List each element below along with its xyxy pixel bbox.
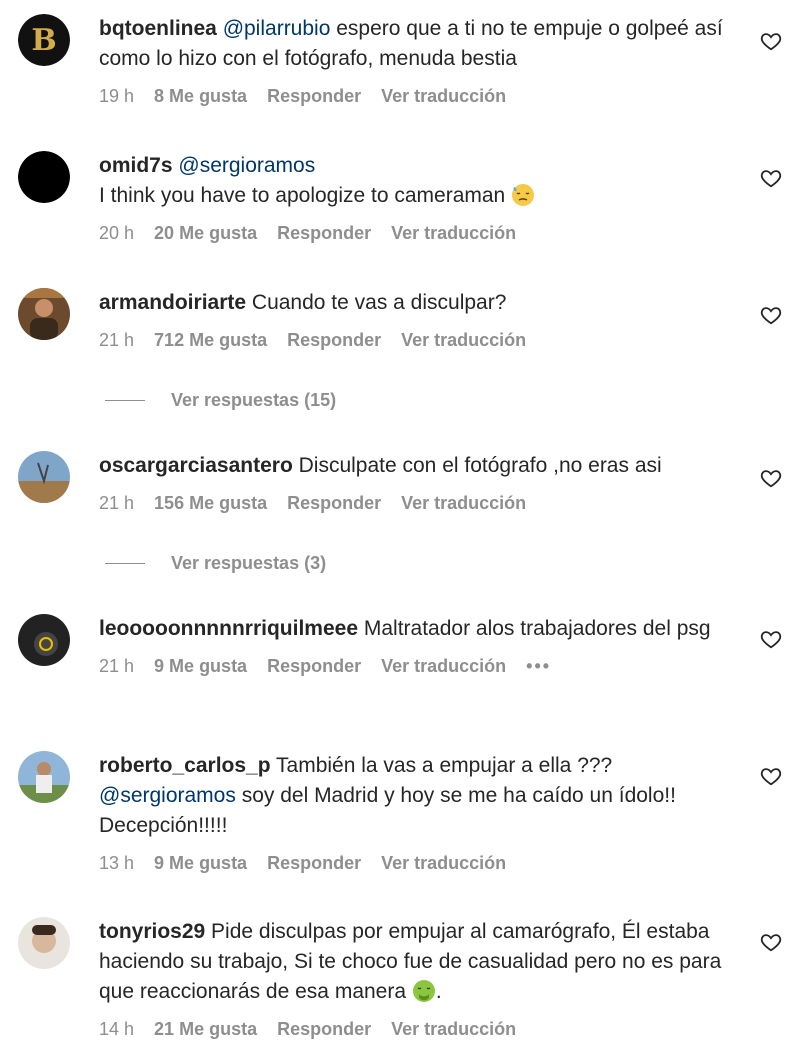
- replies-divider: [105, 400, 145, 401]
- comment-text: tonyrios29 Pide disculpas por empujar al…: [99, 917, 739, 1007]
- likes-count[interactable]: 156 Me gusta: [154, 492, 267, 514]
- comment-time: 19 h: [99, 86, 135, 106]
- translate-button[interactable]: Ver traducción: [381, 852, 506, 874]
- comment-time: 14 h: [99, 1019, 135, 1039]
- avatar[interactable]: [18, 151, 70, 203]
- comment-meta: 14 h 21 Me gusta Responder Ver traducció…: [99, 1018, 739, 1040]
- sad-sweat-emoji-icon: [512, 184, 535, 206]
- view-replies-label[interactable]: Ver respuestas (15): [171, 390, 336, 411]
- svg-text:B: B: [31, 23, 56, 58]
- comment-mention[interactable]: @pilarrubio: [223, 17, 331, 40]
- comment-meta: 21 h 9 Me gusta Responder Ver traducción…: [99, 655, 739, 677]
- comment-text: omid7s @sergioramos I think you have to a…: [99, 151, 739, 211]
- translate-button[interactable]: Ver traducción: [401, 492, 526, 514]
- comment-time: 13 h: [99, 853, 135, 873]
- reply-button[interactable]: Responder: [267, 85, 361, 107]
- avatar[interactable]: B: [18, 14, 70, 66]
- comment-mention[interactable]: @sergioramos: [178, 154, 315, 177]
- likes-count[interactable]: 8 Me gusta: [154, 85, 247, 107]
- reply-button[interactable]: Responder: [267, 852, 361, 874]
- view-replies-label[interactable]: Ver respuestas (3): [171, 553, 326, 574]
- comment-username[interactable]: armandoiriarte: [99, 291, 246, 314]
- replies-divider: [105, 563, 145, 564]
- likes-count[interactable]: 712 Me gusta: [154, 329, 267, 351]
- translate-button[interactable]: Ver traducción: [401, 329, 526, 351]
- comment-username[interactable]: oscargarciasantero: [99, 454, 293, 477]
- comment-text: bqtoenlinea @pilarrubio espero que a ti …: [99, 14, 739, 74]
- translate-button[interactable]: Ver traducción: [381, 85, 506, 107]
- comment-body: Cuando te vas a disculpar?: [251, 291, 507, 314]
- comment-body: Maltratador alos trabajadores del psg: [363, 617, 711, 640]
- comment-meta: 19 h 8 Me gusta Responder Ver traducción: [99, 85, 739, 107]
- view-replies-button[interactable]: Ver respuestas (15): [105, 390, 336, 411]
- reply-button[interactable]: Responder: [287, 492, 381, 514]
- avatar[interactable]: [18, 917, 70, 969]
- comment-body-end: .: [435, 980, 442, 1003]
- likes-count[interactable]: 21 Me gusta: [154, 1018, 257, 1040]
- likes-count[interactable]: 9 Me gusta: [154, 655, 247, 677]
- comment-text: roberto_carlos_p También la vas a empuja…: [99, 751, 739, 841]
- heart-icon[interactable]: [760, 467, 782, 489]
- comment-meta: 21 h 156 Me gusta Responder Ver traducci…: [99, 492, 739, 514]
- comment-text: armandoiriarte Cuando te vas a disculpar…: [99, 288, 739, 318]
- likes-count[interactable]: 9 Me gusta: [154, 852, 247, 874]
- comment-meta: 20 h 20 Me gusta Responder Ver traducció…: [99, 222, 739, 244]
- heart-icon[interactable]: [760, 167, 782, 189]
- reply-button[interactable]: Responder: [267, 655, 361, 677]
- translate-button[interactable]: Ver traducción: [381, 655, 506, 677]
- likes-count[interactable]: 20 Me gusta: [154, 222, 257, 244]
- comment-body: I think you have to apologize to cameram…: [99, 184, 506, 207]
- comment-meta: 13 h 9 Me gusta Responder Ver traducción: [99, 852, 739, 874]
- comment-time: 21 h: [99, 330, 135, 350]
- reply-button[interactable]: Responder: [277, 1018, 371, 1040]
- reply-button[interactable]: Responder: [287, 329, 381, 351]
- comment-time: 21 h: [99, 656, 135, 676]
- comment-text: oscargarciasantero Disculpate con el fot…: [99, 451, 739, 481]
- avatar[interactable]: [18, 751, 70, 803]
- avatar[interactable]: [18, 288, 70, 340]
- avatar[interactable]: [18, 614, 70, 666]
- translate-button[interactable]: Ver traducción: [391, 1018, 516, 1040]
- comment-time: 21 h: [99, 493, 135, 513]
- comment-mention[interactable]: @sergioramos: [99, 784, 236, 807]
- comment-username[interactable]: leooooonnnnnrriquilmeee: [99, 617, 358, 640]
- heart-icon[interactable]: [760, 30, 782, 52]
- comment-username[interactable]: roberto_carlos_p: [99, 754, 271, 777]
- reply-button[interactable]: Responder: [277, 222, 371, 244]
- comment-time: 20 h: [99, 223, 135, 243]
- avatar[interactable]: [18, 451, 70, 503]
- comment-body: Disculpate con el fotógrafo ,no eras asi: [298, 454, 662, 477]
- heart-icon[interactable]: [760, 931, 782, 953]
- nauseated-emoji-icon: [412, 980, 435, 1002]
- more-options-icon[interactable]: •••: [526, 655, 551, 677]
- view-replies-button[interactable]: Ver respuestas (3): [105, 553, 326, 574]
- comment-username[interactable]: omid7s: [99, 154, 173, 177]
- heart-icon[interactable]: [760, 628, 782, 650]
- comment-username[interactable]: tonyrios29: [99, 920, 205, 943]
- comment-username[interactable]: bqtoenlinea: [99, 17, 217, 40]
- comment-meta: 21 h 712 Me gusta Responder Ver traducci…: [99, 329, 739, 351]
- comment-text: leooooonnnnnrriquilmeee Maltratador alos…: [99, 614, 739, 644]
- comments-list: B bqtoenlinea @pilarrubio espero que a t…: [0, 0, 800, 1053]
- translate-button[interactable]: Ver traducción: [391, 222, 516, 244]
- comment-body: También la vas a empujar a ella ???: [276, 754, 613, 777]
- heart-icon[interactable]: [760, 765, 782, 787]
- heart-icon[interactable]: [760, 304, 782, 326]
